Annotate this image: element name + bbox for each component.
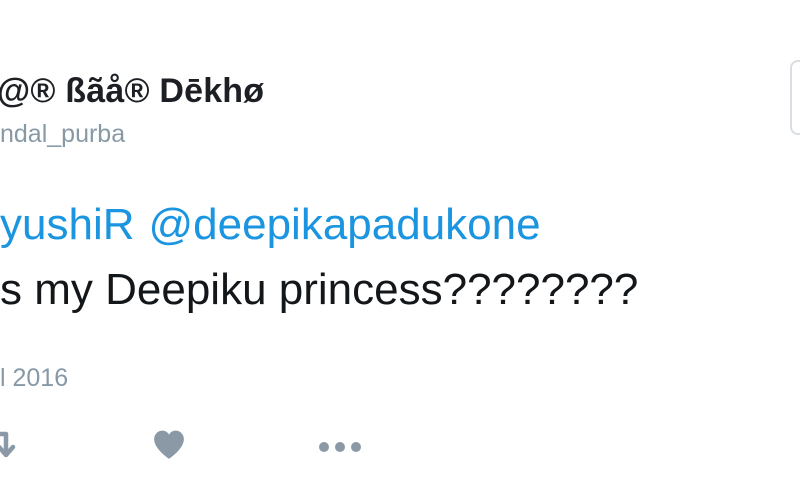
mention-link[interactable]: yushiR [0, 200, 135, 249]
heart-icon [154, 430, 184, 459]
tweet-text-line-1: yushiR @deepikapadukone [0, 200, 541, 250]
user-handle[interactable]: ndal_purba [0, 120, 125, 149]
follow-button[interactable] [790, 60, 800, 135]
tweet-card: @® ßãå® Dēkhø ndal_purba yushiR @deepikap… [0, 0, 800, 500]
mention-link[interactable]: @deepikapadukone [149, 200, 541, 249]
more-dots-icon [319, 442, 361, 452]
more-options-button[interactable] [318, 440, 362, 458]
tweet-text-line-2: s my Deepiku princess???????? [0, 265, 639, 314]
like-button[interactable] [152, 428, 186, 467]
display-name[interactable]: @® ßãå® Dēkhø [0, 72, 264, 111]
tweet-timestamp[interactable]: l 2016 [0, 364, 68, 393]
retweet-icon [0, 431, 16, 458]
retweet-button[interactable] [0, 428, 22, 473]
